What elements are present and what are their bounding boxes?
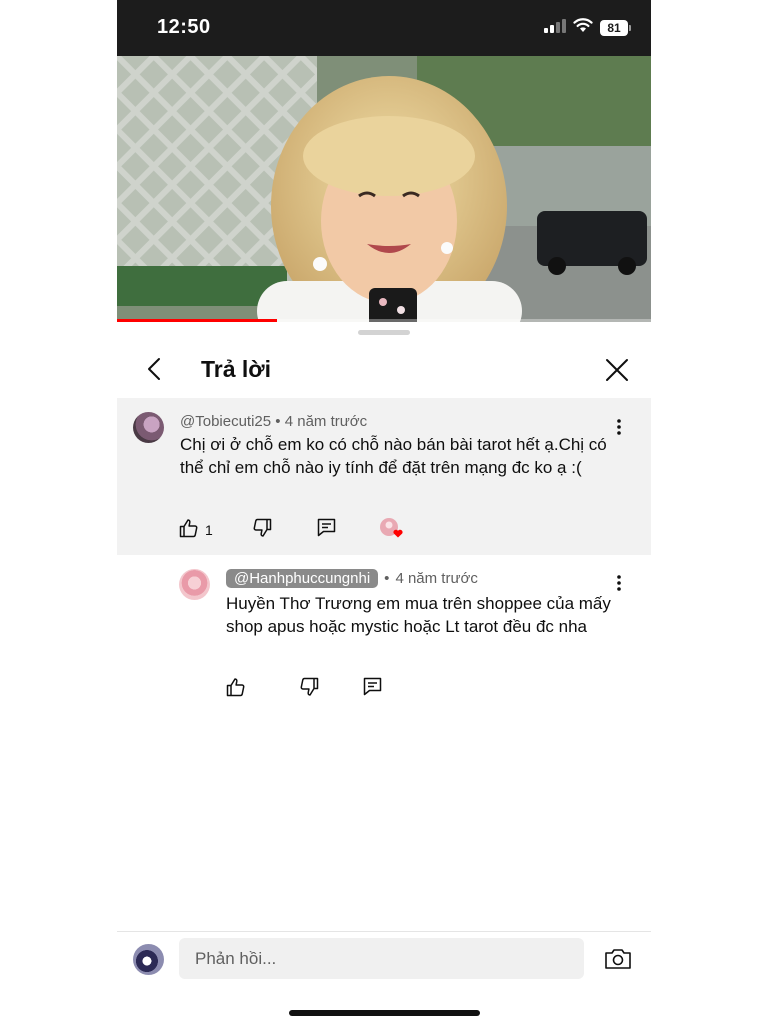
sheet-title: Trả lời (201, 356, 272, 382)
more-vertical-icon[interactable] (609, 572, 629, 594)
reply-button[interactable] (317, 518, 336, 540)
comment-meta: @Hanhphuccungnhi • 4 năm trước (226, 569, 478, 588)
status-bar: 12:50 81 (117, 0, 651, 56)
like-button[interactable] (226, 677, 246, 700)
status-time: 12:50 (157, 16, 211, 38)
dislike-button[interactable] (299, 677, 319, 700)
battery-level: 81 (600, 20, 628, 36)
reply-input[interactable] (179, 938, 584, 979)
reply-comment-icon (363, 677, 382, 699)
reply-comment-icon (317, 518, 336, 540)
replies-sheet: Trả lời @Tobiecuti25 • 4 năm trước Chị ơ… (117, 322, 651, 1024)
battery-icon: 81 (600, 20, 631, 36)
creator-handle-badge[interactable]: @Hanhphuccungnhi (226, 569, 379, 588)
avatar[interactable] (133, 412, 164, 443)
home-indicator[interactable] (289, 1010, 480, 1016)
close-x-icon[interactable] (601, 354, 633, 386)
back-chevron-icon[interactable] (139, 354, 169, 384)
creator-heart-icon (379, 517, 403, 542)
more-vertical-icon[interactable] (609, 416, 629, 438)
wifi-icon (573, 18, 593, 38)
creator-heart (379, 517, 403, 542)
like-count: 1 (205, 521, 213, 538)
phone-screen: 12:50 81 Trả lời @Tobiecuti25 • 4 năm tr… (117, 0, 651, 1024)
comment-author[interactable]: @Tobiecuti25 (180, 413, 271, 430)
avatar (133, 944, 164, 975)
thumbs-down-icon (252, 518, 272, 541)
thumbs-up-icon (226, 677, 246, 700)
comment-text: Huyền Thơ Trương em mua trên shoppee của… (226, 594, 611, 636)
thumbs-up-icon (179, 518, 199, 541)
like-button[interactable]: 1 (179, 518, 213, 541)
comment-text: Chị ơi ở chỗ em ko có chỗ nào bán bài ta… (180, 435, 607, 477)
thumbs-down-icon (299, 677, 319, 700)
meta-separator: • (271, 413, 285, 430)
comment-meta: @Tobiecuti25 • 4 năm trước (180, 413, 367, 430)
divider (117, 931, 651, 932)
video-frame-image (117, 56, 651, 322)
status-icons: 81 (544, 18, 631, 38)
avatar[interactable] (179, 569, 210, 600)
parent-comment: @Tobiecuti25 • 4 năm trước Chị ơi ở chỗ … (117, 398, 651, 555)
comment-time: 4 năm trước (395, 570, 478, 587)
reply-button[interactable] (363, 677, 382, 699)
cellular-signal-icon (544, 18, 566, 38)
drag-handle[interactable] (358, 330, 410, 335)
camera-icon[interactable] (603, 946, 633, 972)
sheet-header: Trả lời (117, 344, 651, 396)
dislike-button[interactable] (252, 518, 272, 541)
meta-separator: • (384, 570, 390, 587)
comment-time: 4 năm trước (284, 413, 368, 430)
video-player[interactable] (117, 56, 651, 322)
